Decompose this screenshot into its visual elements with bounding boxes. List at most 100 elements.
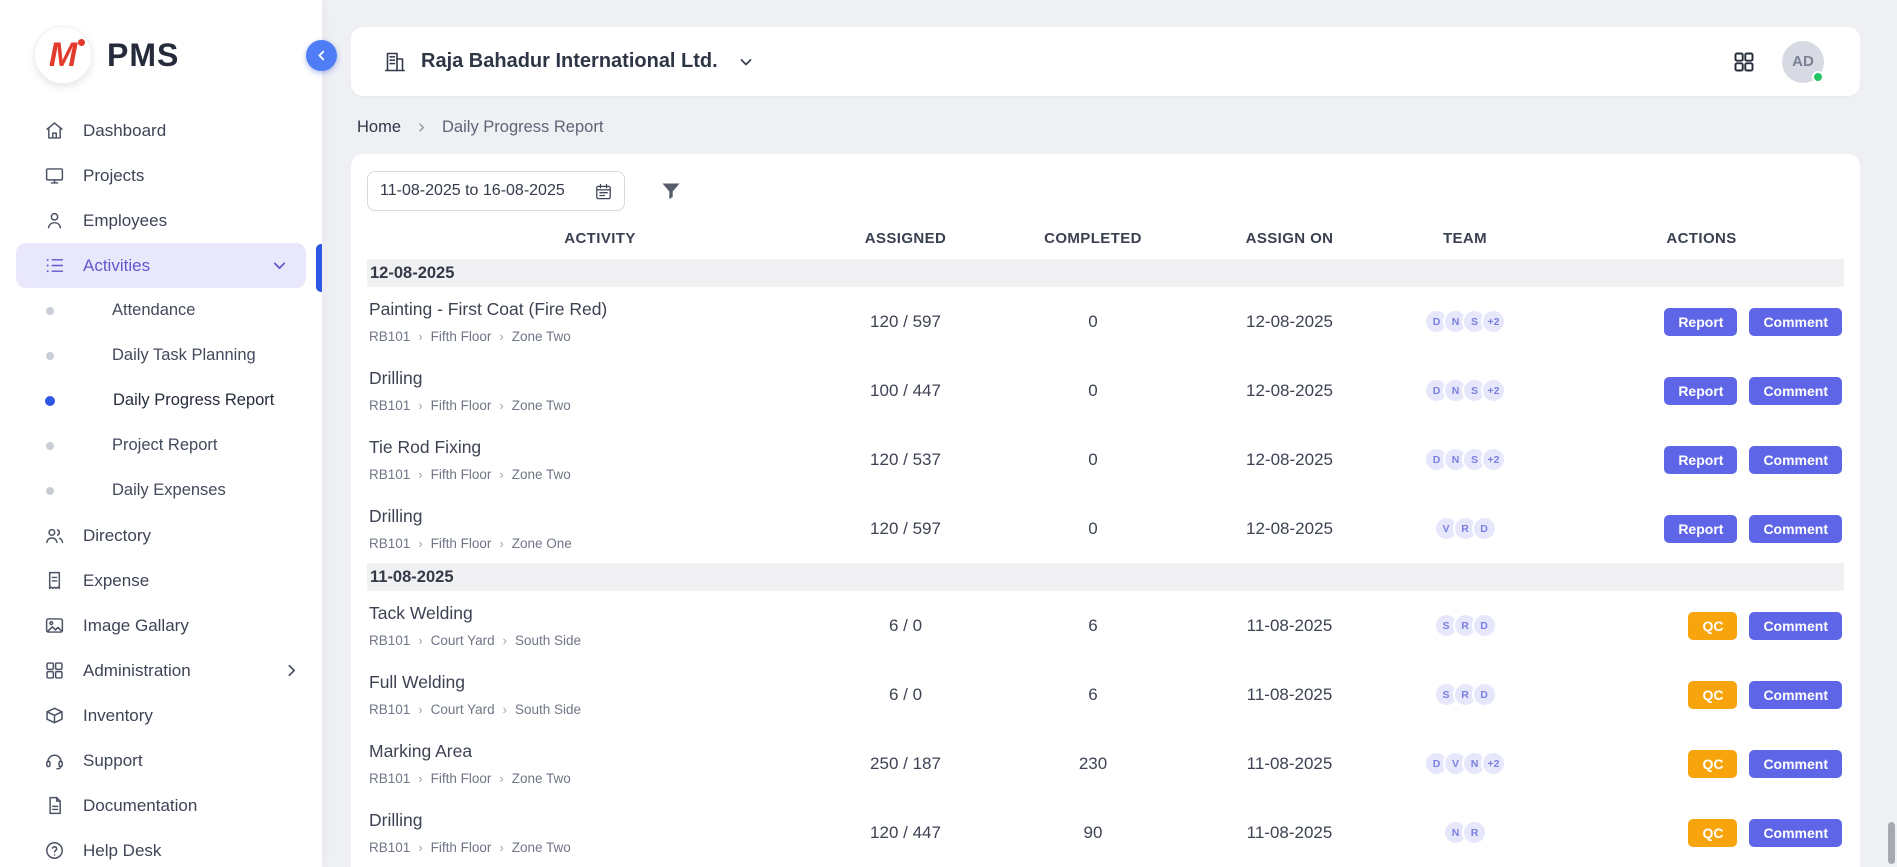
report-button[interactable]: Report — [1664, 308, 1737, 336]
report-button[interactable]: Report — [1664, 446, 1737, 474]
sidebar-item-directory[interactable]: Directory — [0, 513, 322, 558]
sidebar-item-inventory[interactable]: Inventory — [0, 693, 322, 738]
team-member-badge[interactable]: D — [1472, 682, 1497, 707]
company-name: Raja Bahadur International Ltd. — [421, 50, 718, 73]
path-segment: Zone One — [512, 536, 572, 551]
chevron-left-icon — [313, 47, 330, 64]
breadcrumb: Home Daily Progress Report — [351, 96, 1860, 154]
activity-title: Drilling — [369, 506, 833, 527]
team-member-badge[interactable]: D — [1472, 613, 1497, 638]
comment-button[interactable]: Comment — [1749, 750, 1842, 778]
team-extra-badge[interactable]: +2 — [1481, 309, 1506, 334]
sidebar-item-expense[interactable]: Expense — [0, 558, 322, 603]
actions-cell: Report Comment — [1559, 446, 1844, 474]
table-row: Tie Rod FixingRB101›Fifth Floor›Zone Two… — [367, 425, 1844, 494]
sidebar-item-support[interactable]: Support — [0, 738, 322, 783]
bullet-icon — [46, 352, 54, 360]
team-member-badge[interactable]: R — [1462, 820, 1487, 845]
sidebar-item-projects[interactable]: Projects — [0, 153, 322, 198]
actions-cell: Report Comment — [1559, 377, 1844, 405]
logo-letter: M — [49, 38, 77, 72]
topbar: Raja Bahadur International Ltd. AD — [351, 27, 1860, 96]
help-circle-icon — [44, 840, 65, 861]
date-group-header: 12-08-2025 — [367, 259, 1844, 287]
comment-button[interactable]: Comment — [1749, 308, 1842, 336]
chevron-right-icon: › — [499, 537, 503, 550]
chevron-right-icon: › — [418, 841, 422, 854]
apps-grid-icon[interactable] — [1732, 50, 1756, 74]
path-segment: Zone Two — [512, 398, 571, 413]
comment-button[interactable]: Comment — [1749, 612, 1842, 640]
sidebar-subitem-daily-progress-report[interactable]: Daily Progress Report — [0, 378, 322, 423]
path-segment: RB101 — [369, 329, 410, 344]
chevron-right-icon: › — [499, 330, 503, 343]
app-title: PMS — [107, 37, 179, 74]
table-row: Marking AreaRB101›Fifth Floor›Zone Two25… — [367, 729, 1844, 798]
sidebar-item-activities[interactable]: Activities — [16, 243, 306, 288]
company-selector[interactable]: Raja Bahadur International Ltd. — [383, 50, 756, 74]
sidebar-subitem-daily-expenses[interactable]: Daily Expenses — [0, 468, 322, 513]
filter-icon[interactable] — [659, 179, 683, 203]
sidebar-subitem-label: Daily Task Planning — [112, 346, 256, 365]
sidebar-item-label: Documentation — [83, 796, 302, 816]
chevron-right-icon: › — [418, 772, 422, 785]
sidebar-nav: DashboardProjectsEmployeesActivitiesAtte… — [0, 104, 322, 867]
chevron-right-icon: › — [499, 399, 503, 412]
assigned-value: 120 / 447 — [833, 823, 978, 843]
comment-button[interactable]: Comment — [1749, 515, 1842, 543]
chevron-right-icon: › — [418, 468, 422, 481]
comment-button[interactable]: Comment — [1749, 446, 1842, 474]
sidebar-item-administration[interactable]: Administration — [0, 648, 322, 693]
activity-path: RB101›Fifth Floor›Zone One — [369, 536, 833, 551]
date-range-input[interactable]: 11-08-2025 to 16-08-2025 — [367, 171, 625, 211]
sidebar-item-image-gallary[interactable]: Image Gallary — [0, 603, 322, 648]
content-card: 11-08-2025 to 16-08-2025 ACTIVITYASSIGNE… — [351, 154, 1860, 867]
sidebar-item-documentation[interactable]: Documentation — [0, 783, 322, 828]
chevron-right-icon: › — [418, 399, 422, 412]
bullet-icon — [46, 442, 54, 450]
team-cell: SRD — [1371, 682, 1559, 707]
actions-cell: QC Comment — [1559, 750, 1844, 778]
report-button[interactable]: Report — [1664, 377, 1737, 405]
qc-button[interactable]: QC — [1688, 750, 1737, 778]
sidebar-item-employees[interactable]: Employees — [0, 198, 322, 243]
user-icon — [44, 210, 65, 231]
table-body: 12-08-2025Painting - First Coat (Fire Re… — [367, 259, 1844, 867]
sidebar-item-dashboard[interactable]: Dashboard — [0, 108, 322, 153]
chevron-right-icon: › — [499, 772, 503, 785]
avatar[interactable]: AD — [1782, 41, 1824, 83]
path-segment: Fifth Floor — [431, 771, 492, 786]
scrollbar-thumb[interactable] — [1888, 822, 1895, 864]
breadcrumb-home[interactable]: Home — [357, 118, 401, 137]
report-button[interactable]: Report — [1664, 515, 1737, 543]
qc-button[interactable]: QC — [1688, 681, 1737, 709]
qc-button[interactable]: QC — [1688, 612, 1737, 640]
team-extra-badge[interactable]: +2 — [1481, 378, 1506, 403]
comment-button[interactable]: Comment — [1749, 377, 1842, 405]
path-segment: RB101 — [369, 536, 410, 551]
team-extra-badge[interactable]: +2 — [1481, 447, 1506, 472]
comment-button[interactable]: Comment — [1749, 819, 1842, 847]
column-header-activity: ACTIVITY — [367, 230, 833, 247]
sidebar-item-label: Support — [83, 751, 302, 771]
sidebar-item-help-desk[interactable]: Help Desk — [0, 828, 322, 867]
sidebar-subitem-attendance[interactable]: Attendance — [0, 288, 322, 333]
activity-cell: Marking AreaRB101›Fifth Floor›Zone Two — [367, 741, 833, 786]
team-extra-badge[interactable]: +2 — [1481, 751, 1506, 776]
table-toolbar: 11-08-2025 to 16-08-2025 — [367, 171, 1844, 211]
path-segment: Fifth Floor — [431, 329, 492, 344]
sidebar-collapse-button[interactable] — [306, 40, 337, 71]
team-cell: SRD — [1371, 613, 1559, 638]
team-member-badge[interactable]: D — [1472, 516, 1497, 541]
qc-button[interactable]: QC — [1688, 819, 1737, 847]
team-cell: DVN+2 — [1371, 751, 1559, 776]
column-header-completed: COMPLETED — [978, 230, 1208, 247]
sidebar-subitem-daily-task-planning[interactable]: Daily Task Planning — [0, 333, 322, 378]
comment-button[interactable]: Comment — [1749, 681, 1842, 709]
chevron-right-icon — [414, 120, 429, 135]
presentation-icon — [44, 165, 65, 186]
path-segment: RB101 — [369, 633, 410, 648]
receipt-icon — [44, 570, 65, 591]
image-icon — [44, 615, 65, 636]
sidebar-subitem-project-report[interactable]: Project Report — [0, 423, 322, 468]
